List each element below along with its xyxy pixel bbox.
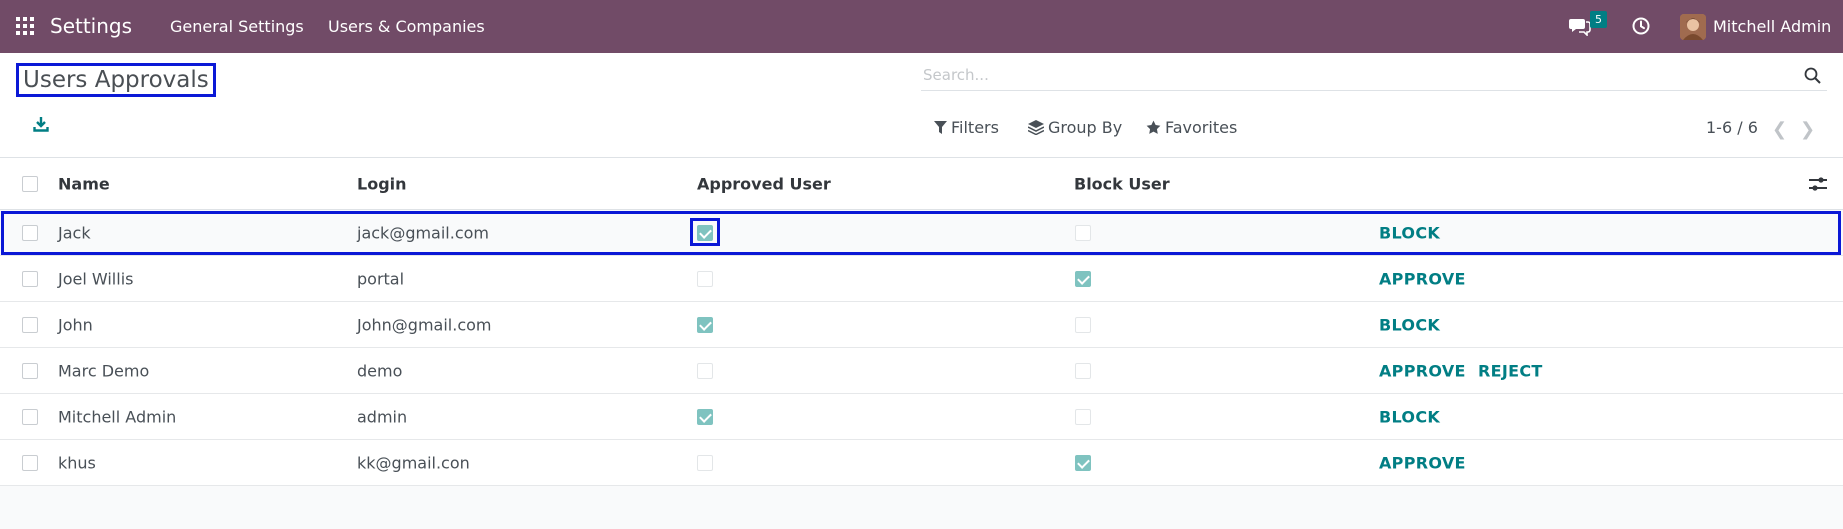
user-login-cell: jack@gmail.com — [357, 223, 490, 242]
user-name-cell: Mitchell Admin — [58, 407, 177, 426]
chevron-right-icon[interactable]: ❯ — [1800, 119, 1815, 140]
clock-icon[interactable] — [1632, 17, 1650, 35]
row-select-checkbox[interactable] — [22, 362, 38, 379]
layers-icon — [1028, 120, 1044, 135]
approved-user-checkbox[interactable] — [697, 224, 713, 241]
search-icon[interactable] — [1804, 67, 1821, 84]
block-user-checkbox — [1075, 454, 1091, 471]
approved-user-checkbox[interactable] — [697, 454, 713, 471]
table-row[interactable]: Marc Demo demo APPROVE REJECT — [0, 348, 1843, 394]
user-name-cell: khus — [58, 453, 96, 472]
block-button[interactable]: BLOCK — [1379, 223, 1440, 242]
search-input[interactable] — [921, 61, 1781, 89]
filters-label: Filters — [951, 118, 999, 137]
favorites-button[interactable]: Favorites — [1146, 118, 1237, 137]
block-user-checkbox — [1075, 362, 1091, 379]
row-select-checkbox[interactable] — [22, 270, 38, 287]
approved-user-checkbox[interactable] — [697, 316, 713, 333]
apps-grid-icon[interactable] — [16, 17, 34, 35]
row-select-checkbox[interactable] — [22, 408, 38, 425]
chat-icon[interactable] — [1569, 16, 1591, 36]
block-button[interactable]: BLOCK — [1379, 315, 1440, 334]
approve-button[interactable]: APPROVE — [1379, 453, 1466, 472]
column-header-name[interactable]: Name — [58, 174, 110, 193]
table-header: Name Login Approved User Block User — [0, 158, 1843, 210]
table-row[interactable]: Joel Willis portal APPROVE — [0, 256, 1843, 302]
filter-icon — [934, 120, 947, 134]
avatar[interactable] — [1680, 14, 1706, 40]
approved-user-checkbox[interactable] — [697, 270, 713, 287]
approved-user-checkbox[interactable] — [697, 362, 713, 379]
app-name[interactable]: Settings — [50, 14, 132, 38]
group-by-button[interactable]: Group By — [1028, 118, 1122, 137]
search-bar — [921, 61, 1827, 91]
block-user-checkbox — [1075, 270, 1091, 287]
column-settings-icon[interactable] — [1809, 176, 1827, 192]
approved-user-checkbox[interactable] — [697, 408, 713, 425]
star-icon — [1146, 120, 1161, 134]
favorites-label: Favorites — [1165, 118, 1238, 137]
top-navbar: Settings General Settings Users & Compan… — [0, 0, 1843, 53]
menu-general-settings[interactable]: General Settings — [170, 17, 304, 36]
table-row[interactable]: John John@gmail.com BLOCK — [0, 302, 1843, 348]
users-list: Name Login Approved User Block User Jack… — [0, 158, 1843, 486]
reject-button[interactable]: REJECT — [1478, 361, 1543, 380]
user-name-cell: John — [58, 315, 93, 334]
column-header-approved-user[interactable]: Approved User — [697, 174, 831, 193]
filters-button[interactable]: Filters — [934, 118, 999, 137]
block-user-checkbox — [1075, 224, 1091, 241]
chevron-left-icon[interactable]: ❮ — [1772, 119, 1787, 140]
messages-badge: 5 — [1590, 11, 1607, 28]
block-user-checkbox — [1075, 316, 1091, 333]
table-row[interactable]: Mitchell Admin admin BLOCK — [0, 394, 1843, 440]
row-select-checkbox[interactable] — [22, 316, 38, 333]
approve-button[interactable]: APPROVE — [1379, 361, 1466, 380]
selected-row-highlight — [1, 211, 1841, 255]
approve-button[interactable]: APPROVE — [1379, 269, 1466, 288]
table-row[interactable]: Jack jack@gmail.com BLOCK — [0, 210, 1843, 256]
row-select-checkbox[interactable] — [22, 454, 38, 471]
user-name-cell: Joel Willis — [58, 269, 134, 288]
user-login-cell: portal — [357, 269, 405, 288]
menu-users-companies[interactable]: Users & Companies — [328, 17, 485, 36]
table-row[interactable]: khus kk@gmail.con APPROVE — [0, 440, 1843, 486]
user-login-cell: demo — [357, 361, 403, 380]
column-header-block-user[interactable]: Block User — [1074, 174, 1170, 193]
row-select-checkbox[interactable] — [22, 224, 38, 241]
select-all-checkbox[interactable] — [22, 175, 38, 192]
control-panel: Users Approvals Filters Group By Favorit… — [0, 53, 1843, 158]
group-by-label: Group By — [1048, 118, 1123, 137]
block-button[interactable]: BLOCK — [1379, 407, 1440, 426]
user-name-cell: Jack — [58, 223, 91, 242]
user-name-cell: Marc Demo — [58, 361, 150, 380]
page-title: Users Approvals — [16, 63, 216, 97]
user-login-cell: John@gmail.com — [357, 315, 492, 334]
download-icon[interactable] — [33, 116, 49, 132]
pager-value[interactable]: 1-6 / 6 — [1706, 118, 1758, 137]
user-name[interactable]: Mitchell Admin — [1713, 17, 1831, 36]
user-login-cell: admin — [357, 407, 408, 426]
user-login-cell: kk@gmail.con — [357, 453, 470, 472]
block-user-checkbox — [1075, 408, 1091, 425]
column-header-login[interactable]: Login — [357, 174, 407, 193]
